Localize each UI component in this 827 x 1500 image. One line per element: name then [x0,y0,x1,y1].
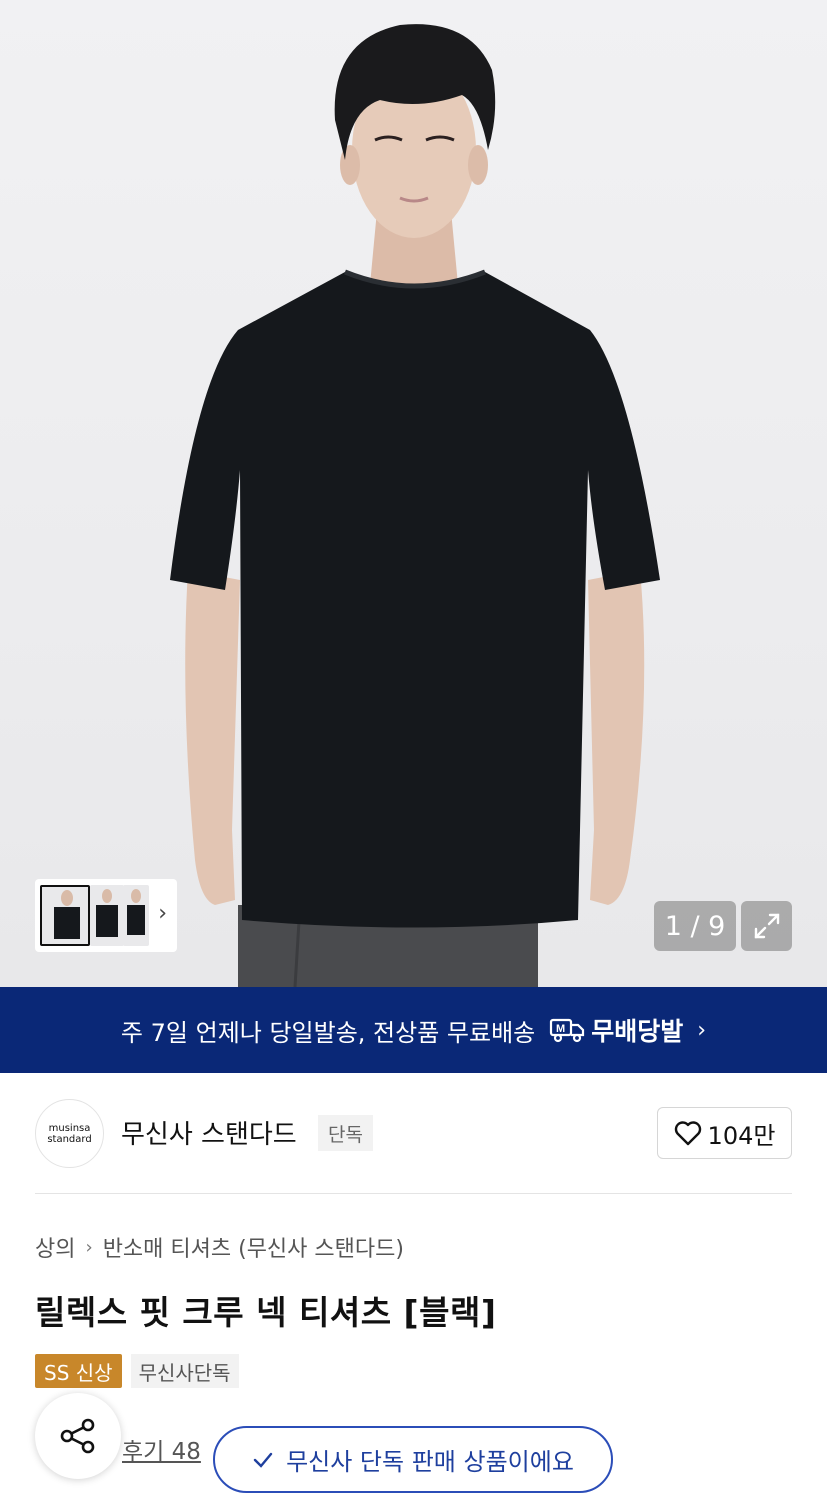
breadcrumb: 상의 › 반소매 티셔츠 (무신사 스탠다드) [35,1231,404,1263]
exclusive-toast: 무신사 단독 판매 상품이에요 [213,1426,613,1493]
like-count: 104만 [707,1121,776,1150]
delivery-truck-icon: M [550,1018,585,1043]
exclusive-badge: 단독 [318,1115,373,1151]
breadcrumb-category[interactable]: 반소매 티셔츠 (무신사 스탠다드) [103,1231,404,1263]
svg-text:M: M [556,1023,565,1035]
heart-icon [674,1121,701,1146]
product-title: 릴렉스 핏 크루 넥 티셔츠 [블랙] [35,1293,497,1332]
chevron-right-icon: › [85,1236,93,1258]
chevron-right-icon: › [697,1017,707,1043]
image-counter: 1 / 9 [654,901,736,951]
breadcrumb-root[interactable]: 상의 [35,1231,75,1263]
free-delivery-badge: M 무배당발 [549,1012,683,1048]
new-season-tag: SS 신상 [35,1354,122,1388]
product-image-gallery[interactable]: › 1 / 9 [0,0,827,987]
product-photo [170,24,660,987]
chevron-right-icon[interactable]: › [158,901,167,926]
divider [35,1193,792,1194]
toast-text: 무신사 단독 판매 상품이에요 [286,1448,574,1476]
product-tags: SS 신상 무신사단독 [35,1354,239,1388]
share-icon [60,1418,95,1454]
brand-logo[interactable]: musinsa standard [35,1099,104,1168]
share-button[interactable] [35,1393,121,1479]
check-icon [253,1452,273,1468]
exclusive-tag: 무신사단독 [130,1354,239,1388]
thumbnail-2[interactable] [90,885,124,946]
banner-text: 주 7일 언제나 당일발송, 전상품 무료배송 [120,1018,536,1047]
badge-label: 무배당발 [591,1017,684,1046]
thumbnail-3[interactable] [123,885,149,946]
like-button[interactable]: 104만 [657,1107,792,1159]
brand-name[interactable]: 무신사 스탠다드 [121,1114,297,1151]
thumbnail-strip[interactable]: › [35,879,177,952]
shipping-banner[interactable]: 주 7일 언제나 당일발송, 전상품 무료배송 M 무배당발 › [0,987,827,1073]
reviews-link[interactable]: 후기 48 [122,1432,201,1466]
thumbnail-1[interactable] [40,885,90,946]
expand-icon[interactable] [741,901,792,951]
